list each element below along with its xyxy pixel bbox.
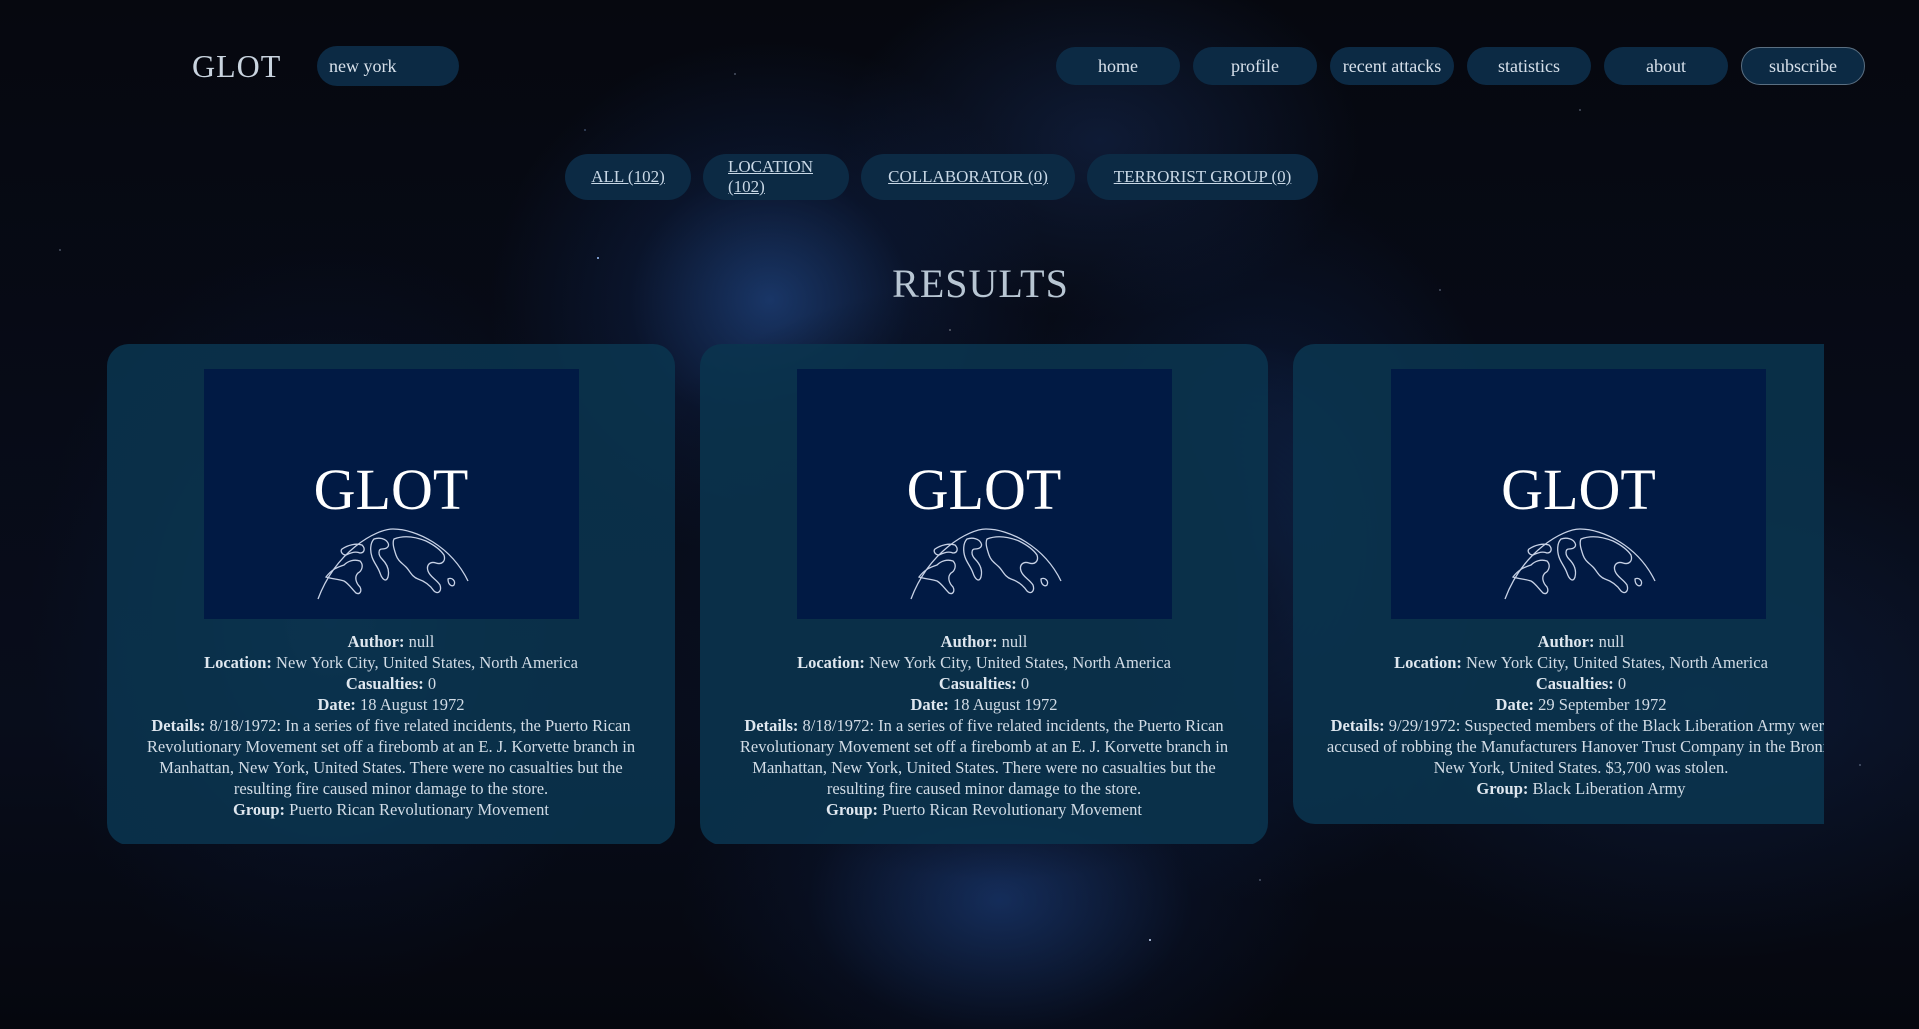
author-label: Author: [940,632,998,651]
result-card[interactable]: GLOT Author: null Location: New York Cit… [107,344,675,844]
card-details: Author: null Location: New York City, Un… [722,631,1246,820]
group-value: Black Liberation Army [1532,779,1686,798]
nav-home-button[interactable]: home [1056,47,1180,85]
author-value: null [1598,632,1625,651]
top-bar: GLOT home profile recent attacks statist… [0,0,1919,100]
filter-all-tab[interactable]: ALL (102) [565,154,691,200]
results-list: GLOT Author: null Location: New York Cit… [107,344,1824,844]
card-image: GLOT [796,369,1172,619]
globe-icon [909,528,1062,600]
location-value: New York City, United States, North Amer… [276,653,578,672]
details-label: Details: [151,716,206,735]
group-label: Group: [1476,779,1529,798]
results-heading: RESULTS [892,261,1069,306]
casualties-label: Casualties: [1535,674,1614,693]
casualties-value: 0 [1020,674,1030,693]
location-label: Location: [1394,653,1462,672]
nav-statistics-button[interactable]: statistics [1467,47,1591,85]
author-value: null [408,632,435,651]
author-label: Author: [1537,632,1595,651]
location-value: New York City, United States, North Amer… [1466,653,1768,672]
casualties-value: 0 [427,674,437,693]
card-image-logo-text: GLOT [1501,457,1656,522]
details-label: Details: [744,716,799,735]
nav-about-button[interactable]: about [1604,47,1728,85]
location-label: Location: [797,653,865,672]
subscribe-button[interactable]: subscribe [1741,47,1865,85]
details-value: 8/18/1972: In a series of five related i… [146,716,636,798]
brand-logo[interactable]: GLOT [192,48,281,85]
date-label: Date: [910,695,949,714]
details-value: 9/29/1972: Suspected members of the Blac… [1326,716,1824,777]
location-label: Location: [204,653,272,672]
card-image: GLOT [203,369,579,619]
date-value: 29 September 1972 [1538,695,1667,714]
group-value: Puerto Rican Revolutionary Movement [289,800,549,819]
main-nav: home profile recent attacks statistics a… [1056,47,1865,85]
result-filter-tabs: ALL (102) LOCATION (102) COLLABORATOR (0… [565,154,1318,200]
date-label: Date: [1495,695,1535,714]
card-details: Author: null Location: New York City, Un… [129,631,653,820]
filter-collaborator-tab[interactable]: COLLABORATOR (0) [861,154,1075,200]
casualties-label: Casualties: [345,674,424,693]
result-card[interactable]: GLOT Author: null Location: New York Cit… [700,344,1268,844]
author-value: null [1001,632,1028,651]
details-label: Details: [1330,716,1385,735]
card-image-logo-text: GLOT [906,457,1062,522]
author-label: Author: [347,632,405,651]
globe-icon [1504,528,1656,600]
details-value: 8/18/1972: In a series of five related i… [739,716,1229,798]
group-label: Group: [826,800,878,819]
filter-terrorist-group-tab[interactable]: TERRORIST GROUP (0) [1087,154,1318,200]
date-value: 18 August 1972 [360,695,465,714]
card-image-logo-text: GLOT [313,457,469,522]
group-value: Puerto Rican Revolutionary Movement [882,800,1142,819]
date-value: 18 August 1972 [953,695,1058,714]
globe-icon [316,528,469,600]
date-label: Date: [317,695,356,714]
group-label: Group: [233,800,285,819]
search-input[interactable] [317,46,459,86]
casualties-value: 0 [1617,674,1627,693]
location-value: New York City, United States, North Amer… [869,653,1171,672]
result-card[interactable]: GLOT Author: null Location: New York Cit… [1293,344,1824,824]
nav-recent-attacks-button[interactable]: recent attacks [1330,47,1454,85]
card-image: GLOT [1391,369,1766,619]
nav-profile-button[interactable]: profile [1193,47,1317,85]
filter-location-tab[interactable]: LOCATION (102) [703,154,849,200]
card-details: Author: null Location: New York City, Un… [1315,631,1824,799]
casualties-label: Casualties: [938,674,1017,693]
